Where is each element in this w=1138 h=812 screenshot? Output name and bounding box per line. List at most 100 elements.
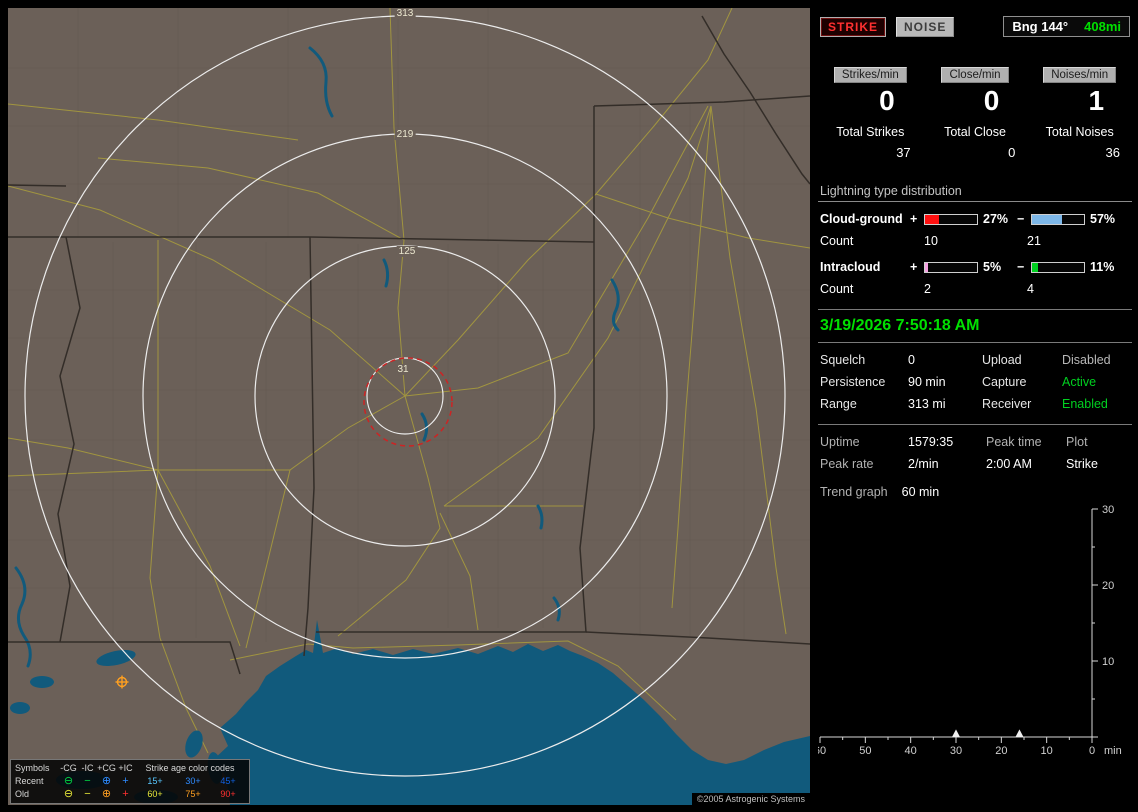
cloud-ground-counts: Count 10 21 <box>818 234 1132 248</box>
recent-cg-minus-icon: ⊖ <box>63 775 74 787</box>
trend-graph-label: Trend graph <box>820 485 888 499</box>
cg-minus-count: 21 <box>1027 234 1041 248</box>
range-value: 313 mi <box>908 397 946 411</box>
upload-label: Upload <box>982 353 1022 367</box>
svg-text:20: 20 <box>995 745 1007 757</box>
peak-rate-value: 2/min <box>908 457 939 471</box>
squelch-value: 0 <box>908 353 915 367</box>
trend-graph-row: Trend graph 60 min <box>820 485 1132 499</box>
count-label: Count <box>820 282 854 296</box>
total-close-label: Total Close <box>944 125 1006 139</box>
cg-plus-percent: 27% <box>983 212 1009 226</box>
svg-text:40: 40 <box>905 745 917 757</box>
ic-minus-count: 4 <box>1027 282 1034 296</box>
legend-age-header: Strike age color codes <box>145 763 235 773</box>
divider <box>818 342 1132 343</box>
recent-cg-plus-icon: ⊕ <box>101 775 112 787</box>
recent-ic-plus-icon: + <box>122 775 129 787</box>
nexstorm-window: { "map": { "ring_labels": ["313", "219",… <box>0 0 1138 812</box>
intracloud-counts: Count 2 4 <box>818 282 1132 296</box>
cg-minus-percent: 57% <box>1090 212 1116 226</box>
peak-rate-label: Peak rate <box>820 457 874 471</box>
intracloud-row: Intracloud + 5% − 11% <box>818 260 1132 274</box>
storm-map[interactable]: 313 219 125 31 Symbols -CG -IC +CG +IC S… <box>8 8 810 805</box>
close-per-min-value: 0 <box>983 85 1000 116</box>
copyright-text: ©2005 Astrogenic Systems <box>691 793 810 805</box>
peak-time-value: 2:00 AM <box>986 457 1032 471</box>
peak-time-label: Peak time <box>986 435 1042 449</box>
divider <box>818 424 1132 425</box>
old-cg-plus-icon: ⊕ <box>101 788 112 800</box>
legend-row-recent: Recent <box>15 776 44 786</box>
status-grid: Uptime 1579:35 Peak time Plot Peak rate … <box>820 435 1132 471</box>
legend-row-old: Old <box>15 789 30 799</box>
old-ic-plus-icon: + <box>122 788 129 800</box>
squelch-label: Squelch <box>820 353 866 367</box>
bearing-readout: Bng 144° 408mi <box>1003 16 1130 37</box>
count-label: Count <box>820 234 854 248</box>
plot-label: Plot <box>1066 435 1088 449</box>
legend-age-60: 60+ <box>147 789 163 799</box>
old-cg-minus-icon: ⊖ <box>63 788 74 800</box>
legend-age-75: 75+ <box>185 789 201 799</box>
old-ic-minus-icon: − <box>84 788 91 800</box>
cg-minus-bar <box>1031 213 1085 225</box>
ic-minus-percent: 11% <box>1090 260 1115 274</box>
svg-text:10: 10 <box>1041 745 1053 757</box>
legend-col-cg-plus: +CG <box>97 763 116 773</box>
svg-text:min: min <box>1104 745 1122 757</box>
capture-label: Capture <box>982 375 1027 389</box>
strike-mode-button[interactable]: STRIKE <box>820 16 887 37</box>
strikes-per-min-label: Strikes/min <box>833 67 907 83</box>
total-strikes-value: 37 <box>896 145 911 160</box>
uptime-label: Uptime <box>820 435 860 449</box>
plus-sign: + <box>910 260 918 274</box>
map-graphic <box>8 8 810 805</box>
ring-label-31: 31 <box>395 364 411 375</box>
range-label: Range <box>820 397 857 411</box>
plot-value: Strike <box>1066 457 1098 471</box>
legend-symbols-header: Symbols <box>15 763 50 773</box>
ring-label-125: 125 <box>396 246 418 257</box>
svg-text:20: 20 <box>1102 580 1114 592</box>
ic-plus-count: 2 <box>924 282 931 296</box>
svg-text:30: 30 <box>1102 505 1114 516</box>
legend-col-cg-minus: -CG <box>60 763 77 773</box>
total-strikes-label: Total Strikes <box>836 125 905 139</box>
ic-plus-bar <box>924 261 978 273</box>
strikes-per-min-value: 0 <box>879 85 895 116</box>
legend-col-ic-plus: +IC <box>118 763 133 773</box>
minus-sign: − <box>1017 212 1025 226</box>
trend-chart: 10 20 30 60 50 40 30 20 10 0 min <box>818 505 1122 757</box>
minus-sign: − <box>1017 260 1025 274</box>
legend-age-45: 45+ <box>220 776 236 786</box>
intracloud-label: Intracloud <box>820 260 881 274</box>
settings-grid: Squelch 0 Upload Disabled Persistence 90… <box>820 353 1132 411</box>
totals: Total Strikes 37 Total Close 0 Total Noi… <box>818 125 1132 160</box>
svg-text:50: 50 <box>859 745 871 757</box>
noise-mode-button[interactable]: NOISE <box>896 16 955 37</box>
legend-age-90: 90+ <box>220 789 236 799</box>
ic-minus-bar <box>1031 261 1085 273</box>
total-noises-value: 36 <box>1105 145 1121 160</box>
mode-toolbar: STRIKE NOISE Bng 144° 408mi <box>820 16 1130 37</box>
cloud-ground-label: Cloud-ground <box>820 212 903 226</box>
svg-text:60: 60 <box>818 745 826 757</box>
upload-status: Disabled <box>1062 353 1111 367</box>
noises-per-min-label: Noises/min <box>1043 67 1117 83</box>
noises-per-min-value: 1 <box>1088 85 1105 116</box>
bearing-distance: 408mi <box>1084 19 1121 34</box>
close-per-min-label: Close/min <box>941 67 1009 83</box>
total-close-value: 0 <box>1008 145 1016 160</box>
cg-plus-count: 10 <box>924 234 938 248</box>
svg-text:30: 30 <box>950 745 962 757</box>
svg-text:0: 0 <box>1089 745 1095 757</box>
receiver-status: Enabled <box>1062 397 1108 411</box>
divider <box>818 309 1132 310</box>
capture-status: Active <box>1062 375 1097 389</box>
cloud-ground-row: Cloud-ground + 27% − 57% <box>818 212 1132 226</box>
uptime-value: 1579:35 <box>908 435 954 449</box>
ring-label-313: 313 <box>394 8 416 19</box>
total-noises-label: Total Noises <box>1045 125 1114 139</box>
cg-plus-bar <box>924 213 978 225</box>
